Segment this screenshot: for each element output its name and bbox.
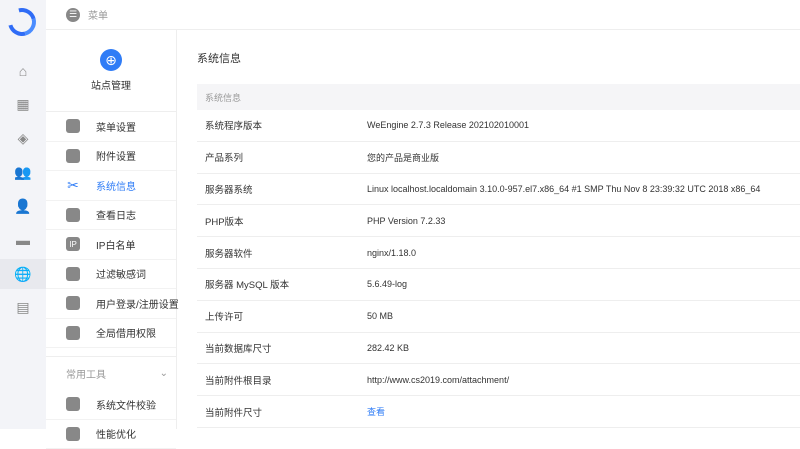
tools-icon: ✂ [66, 178, 80, 192]
sidebar-item[interactable]: ✂ 系统信息 [46, 171, 176, 201]
row-value: Linux localhost.localdomain 3.10.0-957.e… [367, 184, 800, 194]
row-value: PHP Version 7.2.33 [367, 216, 800, 226]
globe-icon: ⊕ [100, 49, 122, 71]
row-value: http://www.cs2019.com/attachment/ [367, 375, 800, 385]
row-value: 5.6.49-log [367, 279, 800, 289]
home-icon[interactable]: ⌂ [0, 56, 46, 86]
store-icon[interactable]: ▤ [0, 292, 46, 322]
row-key: 服务器 MySQL 版本 [197, 277, 367, 291]
table-row: 产品系列您的产品是商业版 [197, 142, 800, 174]
monitor-icon[interactable]: ▬ [0, 225, 46, 255]
sidebar-item-label: 附件设置 [96, 148, 136, 163]
table-row: PHP版本PHP Version 7.2.33 [197, 205, 800, 237]
sidebar-item-label: 系统信息 [96, 178, 136, 193]
table-row: 上传许可50 MB [197, 301, 800, 333]
system-info-table: 系统信息 系统程序版本WeEngine 2.7.3 Release 202102… [197, 84, 800, 428]
table-row: 服务器软件nginx/1.18.0 [197, 237, 800, 269]
filter-icon [66, 267, 80, 281]
row-value: 282.42 KB [367, 343, 800, 353]
table-header: 系统信息 [197, 84, 800, 110]
header-title: 菜单 [88, 7, 108, 22]
site-management[interactable]: ⊕ 站点管理 [46, 30, 176, 112]
globe-icon[interactable]: 🌐 [0, 259, 46, 289]
view-link[interactable]: 查看 [367, 405, 800, 418]
users-icon[interactable]: 👥 [0, 157, 46, 187]
user-lock-icon[interactable]: 👤 [0, 191, 46, 221]
main-content: 系统信息 系统信息 系统程序版本WeEngine 2.7.3 Release 2… [177, 30, 800, 429]
sidebar-item-label: 查看日志 [96, 207, 136, 222]
sidebar-item[interactable]: 系统文件校验 [46, 390, 176, 420]
user-icon [66, 296, 80, 310]
table-row: 系统程序版本WeEngine 2.7.3 Release 20210201000… [197, 110, 800, 142]
sidebar-item[interactable]: 菜单设置 [46, 112, 176, 142]
sidebar-item-label: 用户登录/注册设置 [96, 296, 179, 311]
table-row: 当前附件根目录http://www.cs2019.com/attachment/ [197, 364, 800, 396]
page-title: 系统信息 [197, 50, 241, 66]
row-key: 产品系列 [197, 150, 367, 164]
permission-icon [66, 326, 80, 340]
sidebar-item-label: 菜单设置 [96, 119, 136, 134]
log-icon [66, 208, 80, 222]
sidebar-item-label: IP白名单 [96, 237, 135, 252]
menu-icon[interactable]: ☰ [66, 8, 80, 22]
row-value: 50 MB [367, 311, 800, 321]
sidebar-item-label: 全局借用权限 [96, 325, 156, 340]
table-row: 服务器系统Linux localhost.localdomain 3.10.0-… [197, 174, 800, 206]
top-bar: ☰ 菜单 [46, 0, 800, 30]
group-label: 常用工具 [66, 366, 106, 381]
sidebar-item[interactable]: 全局借用权限 [46, 319, 176, 349]
row-key: 当前数据库尺寸 [197, 341, 367, 355]
icon-rail: ⌂ ▦ ◈ 👥 👤 ▬ 🌐 ▤ [0, 0, 46, 429]
apps-icon[interactable]: ▦ [0, 89, 46, 119]
sidebar-item[interactable]: IP IP白名单 [46, 230, 176, 260]
row-key: 服务器软件 [197, 246, 367, 260]
menu-icon [66, 119, 80, 133]
row-value: WeEngine 2.7.3 Release 202102010001 [367, 120, 800, 130]
row-key: 当前附件尺寸 [197, 405, 367, 419]
sidebar-item[interactable]: 用户登录/注册设置 [46, 289, 176, 319]
row-value: nginx/1.18.0 [367, 248, 800, 258]
sidebar-item-label: 过滤敏感词 [96, 266, 146, 281]
table-row: 服务器 MySQL 版本5.6.49-log [197, 269, 800, 301]
row-key: PHP版本 [197, 214, 367, 228]
sidebar-item-label: 系统文件校验 [96, 397, 156, 412]
sidebar-item[interactable]: 过滤敏感词 [46, 260, 176, 290]
row-value: 您的产品是商业版 [367, 151, 800, 164]
row-key: 上传许可 [197, 309, 367, 323]
table-row: 当前附件尺寸查看 [197, 396, 800, 428]
row-key: 系统程序版本 [197, 118, 367, 132]
site-title: 站点管理 [91, 77, 131, 92]
sidebar-item[interactable]: 性能优化 [46, 420, 176, 449]
sidebar-item[interactable]: 附件设置 [46, 142, 176, 172]
sidebar: ⊕ 站点管理 菜单设置附件设置 ✂ 系统信息查看日志 IP IP白名单过滤敏感词用户登录… [46, 30, 177, 429]
attachment-icon [66, 149, 80, 163]
row-key: 当前附件根目录 [197, 373, 367, 387]
chevron-down-icon: ⌄ [160, 368, 168, 379]
row-key: 服务器系统 [197, 182, 367, 196]
logo[interactable] [3, 3, 41, 41]
module-icon[interactable]: ◈ [0, 123, 46, 153]
folder-icon [66, 397, 80, 411]
group-common-tools[interactable]: 常用工具 ⌄ [46, 356, 176, 390]
ip-icon: IP [66, 237, 80, 251]
sidebar-item[interactable]: 查看日志 [46, 201, 176, 231]
table-row: 当前数据库尺寸282.42 KB [197, 333, 800, 365]
